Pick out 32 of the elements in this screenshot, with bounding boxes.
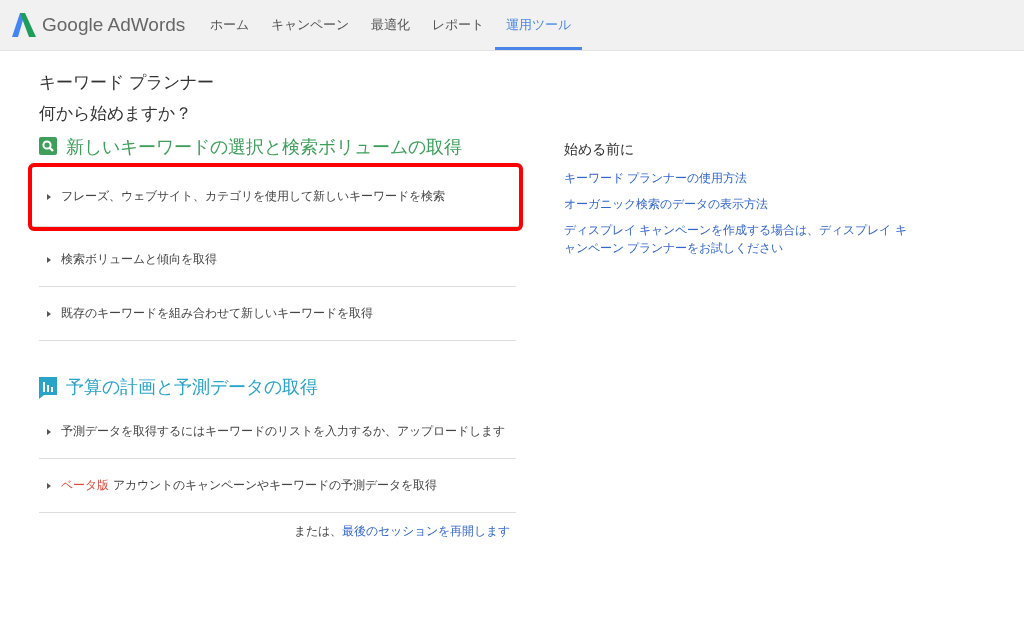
option-text: 予測データを取得するにはキーワードのリストを入力するか、アップロードします <box>61 423 505 440</box>
beta-label: ベータ版 <box>61 477 109 494</box>
expand-triangle-icon <box>47 193 51 200</box>
expand-triangle-icon <box>47 310 51 317</box>
page-title: キーワード プランナー <box>39 72 215 94</box>
nav-tab[interactable]: ホーム <box>199 0 261 50</box>
option-text: 既存のキーワードを組み合わせて新しいキーワードを取得 <box>61 305 373 322</box>
help-link[interactable]: ディスプレイ キャンペーンを作成する場合は、ディスプレイ キャンペーン プランナーをお試しください <box>564 221 914 257</box>
option-text: アカウントのキャンペーンやキーワードの予測データを取得 <box>113 477 437 494</box>
page-subtitle: 何から始めますか？ <box>39 103 193 125</box>
sidebar-heading: 始める前に <box>564 141 635 159</box>
option-row[interactable]: 検索ボリュームと傾向を取得 <box>39 233 516 287</box>
option-row[interactable]: フレーズ、ウェブサイト、カテゴリを使用して新しいキーワードを検索 <box>32 167 519 227</box>
resume-session-link[interactable]: 最後のセッションを再開します <box>342 524 510 538</box>
section-heading: 新しいキーワードの選択と検索ボリュームの取得 <box>66 137 462 157</box>
expand-triangle-icon <box>47 256 51 263</box>
option-text: フレーズ、ウェブサイト、カテゴリを使用して新しいキーワードを検索 <box>61 188 445 205</box>
expand-triangle-icon <box>47 482 51 489</box>
nav-tab[interactable]: キャンペーン <box>260 0 361 50</box>
option-text: 検索ボリュームと傾向を取得 <box>61 251 217 268</box>
section-heading: 予算の計画と予測データの取得 <box>66 377 318 397</box>
option-row[interactable]: ベータ版 アカウントのキャンペーンやキーワードの予測データを取得 <box>39 459 516 513</box>
logo-icon <box>11 12 37 38</box>
option-row[interactable]: 予測データを取得するにはキーワードのリストを入力するか、アップロードします <box>39 405 516 459</box>
help-link[interactable]: キーワード プランナーの使用方法 <box>564 169 914 187</box>
option-row[interactable]: 既存のキーワードを組み合わせて新しいキーワードを取得 <box>39 287 516 341</box>
expand-triangle-icon <box>47 428 51 435</box>
nav-tab[interactable]: レポート <box>421 0 496 50</box>
nav-tab[interactable]: 最適化 <box>360 0 422 50</box>
product-logo-text: Google AdWords <box>42 14 186 36</box>
resume-prefix: または、 <box>294 524 342 538</box>
help-link[interactable]: オーガニック検索のデータの表示方法 <box>564 195 914 213</box>
